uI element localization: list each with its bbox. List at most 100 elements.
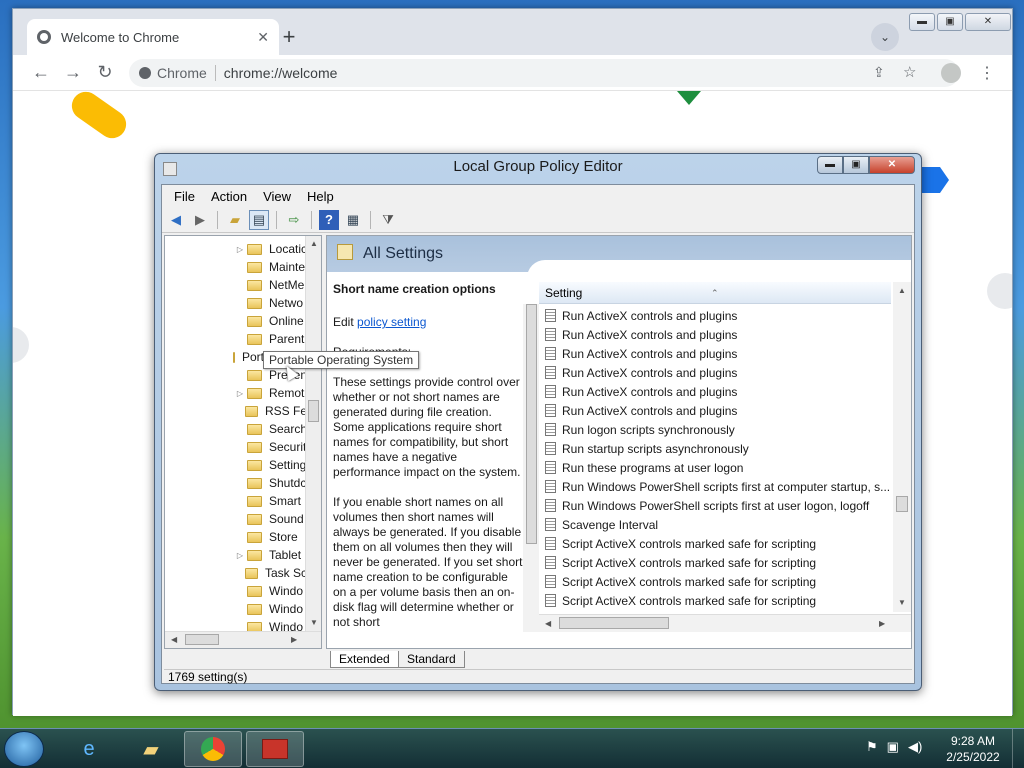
setting-row[interactable]: Run these programs at user logon [539,458,891,477]
tree-item[interactable]: Securit [165,438,307,456]
internet-explorer-icon[interactable]: e [60,731,118,767]
tree-item[interactable]: Windo [165,582,307,600]
tree-item[interactable]: Windo [165,600,307,618]
tree-item[interactable]: Mainte [165,258,307,276]
scroll-right-icon[interactable]: ▶ [879,619,885,628]
start-button[interactable] [4,731,44,767]
tree-item[interactable]: Shutdc [165,474,307,492]
expand-arrow-icon[interactable]: ▷ [233,551,247,560]
filter-icon[interactable]: ⧩ [378,210,398,230]
tab-close-icon[interactable]: ✕ [257,29,269,46]
up-folder-icon[interactable]: ▰ [225,210,245,230]
list-horizontal-scrollbar[interactable]: ◀ ▶ [539,614,911,632]
scroll-down-icon[interactable]: ▼ [898,598,906,607]
tree-item[interactable]: Smart [165,492,307,510]
menu-file[interactable]: File [166,189,203,204]
chrome-close-button[interactable]: ✕ [965,13,1011,31]
policy-tree[interactable]: ▷LocaticMainteNetMeNetwoOnlineParentPort… [164,235,322,649]
list-vertical-scrollbar[interactable]: ▲ ▼ [893,282,911,612]
chrome-taskbar-button[interactable] [184,731,242,767]
setting-row[interactable]: Script ActiveX controls marked safe for … [539,534,891,553]
setting-row[interactable]: Run ActiveX controls and plugins [539,382,891,401]
tree-item[interactable]: ▷ Tablet [165,546,307,564]
setting-row[interactable]: Run ActiveX controls and plugins [539,325,891,344]
scroll-up-icon[interactable]: ▲ [898,286,906,295]
list-hscroll-thumb[interactable] [559,617,669,629]
setting-row[interactable]: Run Windows PowerShell scripts first at … [539,477,891,496]
tree-item[interactable]: Task Sc [165,564,307,582]
profile-icon[interactable] [941,63,961,83]
tree-item[interactable]: Parent [165,330,307,348]
tab-search-button[interactable]: ⌄ [871,23,899,51]
gpe-close-button[interactable]: ✕ [869,156,915,174]
tree-vertical-scrollbar[interactable]: ▲ ▼ [305,236,321,632]
menu-action[interactable]: Action [203,189,255,204]
scroll-right-icon[interactable]: ▶ [291,635,297,644]
back-arrow-icon[interactable]: ◀ [166,210,186,230]
chrome-minimize-button[interactable]: ▬ [909,13,935,31]
tree-item[interactable]: ▷ Remot [165,384,307,402]
forward-arrow-icon[interactable]: ▶ [190,210,210,230]
tree-item[interactable]: ▷ Locatic [165,240,307,258]
show-hide-tree-icon[interactable]: ▤ [249,209,269,230]
tree-horizontal-scrollbar[interactable]: ◀ ▶ [165,631,321,648]
scroll-left-icon[interactable]: ◀ [171,635,177,644]
forward-icon[interactable]: → [59,59,87,87]
description-scrollbar[interactable] [523,304,539,632]
tree-item[interactable]: Online [165,312,307,330]
tree-scroll-thumb[interactable] [308,400,319,422]
chrome-tab-welcome[interactable]: Welcome to Chrome ✕ [27,19,279,55]
menu-help[interactable]: Help [299,189,342,204]
policy-setting-link[interactable]: policy setting [357,315,426,329]
back-icon[interactable]: ← [27,59,55,87]
properties-icon[interactable]: ▦ [343,210,363,230]
setting-row[interactable]: Script ActiveX controls marked safe for … [539,591,891,610]
group-policy-taskbar-button[interactable] [246,731,304,767]
chrome-menu-icon[interactable]: ⋮ [979,63,995,83]
setting-row[interactable]: Scavenge Interval [539,515,891,534]
setting-row[interactable]: Run ActiveX controls and plugins [539,363,891,382]
reload-icon[interactable]: ↻ [91,59,119,87]
clock[interactable]: 9:28 AM 2/25/2022 [940,733,1006,765]
network-icon[interactable]: ▣ [887,739,899,755]
file-explorer-icon[interactable]: ▰ [122,731,180,767]
new-tab-button[interactable]: + [275,23,303,51]
tab-standard[interactable]: Standard [398,651,465,668]
description-scroll-thumb[interactable] [526,304,537,544]
export-list-icon[interactable]: ⇨ [284,210,304,230]
show-desktop-button[interactable] [1012,729,1024,768]
action-center-flag-icon[interactable]: ⚑ [866,739,878,755]
scroll-up-icon[interactable]: ▲ [310,239,318,248]
settings-list[interactable]: Setting ⌃ Run ActiveX controls and plugi… [539,282,911,632]
tree-item[interactable]: Store [165,528,307,546]
tree-item[interactable]: Setting [165,456,307,474]
tree-item[interactable]: Sound [165,510,307,528]
expand-arrow-icon[interactable]: ▷ [233,245,247,254]
setting-row[interactable]: Run Windows PowerShell scripts first at … [539,496,891,515]
tree-item[interactable]: RSS Fe [165,402,307,420]
menu-view[interactable]: View [255,189,299,204]
scroll-left-icon[interactable]: ◀ [545,619,551,628]
gpe-maximize-button[interactable]: ▣ [843,156,869,174]
share-icon[interactable]: ⇪ [873,64,885,81]
setting-row[interactable]: Script ActiveX controls marked safe for … [539,553,891,572]
help-icon[interactable]: ? [319,209,339,230]
setting-row[interactable]: Run startup scripts asynchronously [539,439,891,458]
tree-item[interactable]: Netwo [165,294,307,312]
scroll-down-icon[interactable]: ▼ [310,618,318,627]
bookmark-star-icon[interactable]: ☆ [903,63,916,81]
setting-row[interactable]: Run ActiveX controls and plugins [539,344,891,363]
list-scroll-thumb[interactable] [896,496,908,512]
tree-item[interactable]: NetMe [165,276,307,294]
setting-row[interactable]: Script ActiveX controls marked safe for … [539,572,891,591]
gpe-minimize-button[interactable]: ▬ [817,156,843,174]
tree-item[interactable]: Search [165,420,307,438]
tab-extended[interactable]: Extended [330,651,399,668]
setting-row[interactable]: Run ActiveX controls and plugins [539,401,891,420]
expand-arrow-icon[interactable]: ▷ [233,389,247,398]
tree-hscroll-thumb[interactable] [185,634,219,645]
volume-icon[interactable]: ◀) [908,739,922,755]
setting-row[interactable]: Run logon scripts synchronously [539,420,891,439]
chrome-maximize-button[interactable]: ▣ [937,13,963,31]
setting-row[interactable]: Run ActiveX controls and plugins [539,306,891,325]
